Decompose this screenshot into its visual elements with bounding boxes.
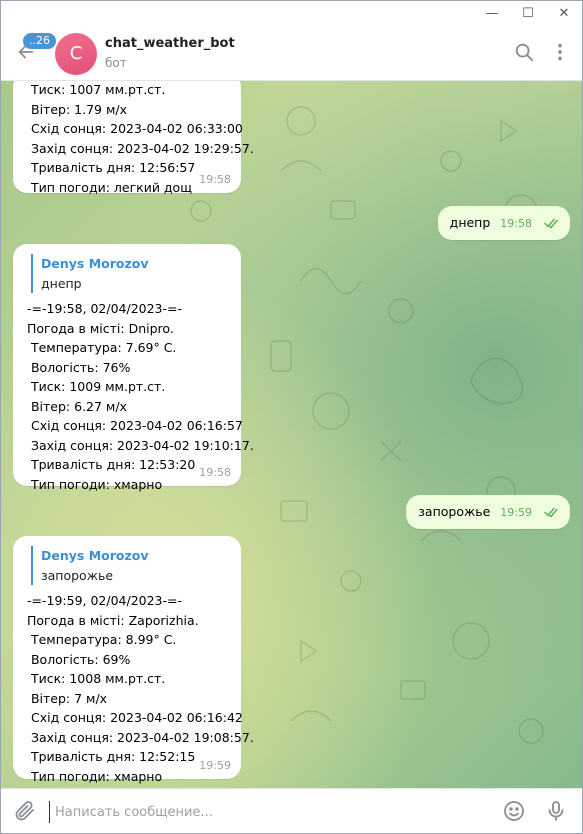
message-text: запорожье (418, 504, 491, 519)
double-check-icon (544, 206, 560, 254)
reply-author: Denys Morozov (41, 548, 149, 563)
reply-text: запорожье (41, 567, 114, 583)
message-input[interactable] (49, 801, 479, 823)
maximize-button[interactable]: ☐ (513, 5, 543, 23)
message-time: 19:58 (199, 465, 231, 479)
message-line: Захід сонця: 2023-04-02 19:08:57. (27, 729, 254, 745)
voice-button[interactable] (544, 799, 568, 823)
emoji-button[interactable] (502, 799, 526, 823)
message-line: Вологість: 76% (27, 359, 131, 375)
message-outgoing[interactable]: днепр 19:58 (437, 206, 570, 240)
message-text: днепр (449, 215, 491, 230)
chat-subtitle: бот (105, 56, 127, 70)
message-line: Тиск: 1007 мм.рт.ст. (31, 82, 166, 97)
message-line: Тривалість дня: 12:52:15 (27, 749, 196, 764)
double-check-icon (544, 495, 560, 543)
menu-button[interactable] (549, 41, 573, 65)
chat-title[interactable]: chat_weather_bot (105, 36, 235, 51)
reply-quote[interactable]: Denys Morozov днепр (31, 254, 227, 293)
message-line: Вітер: 7 м/х (27, 690, 108, 706)
message-line: Погода в місті: Dnipro. (27, 320, 174, 336)
message-line: Схід сонця: 2023-04-02 06:16:42 (27, 710, 243, 725)
message-line: Температура: 8.99° C. (27, 632, 177, 647)
message-line: Схід сонця: 2023-04-02 06:16:57 (27, 418, 243, 433)
message-line: Захід сонця: 2023-04-02 19:10:17. (27, 437, 254, 453)
message-line: -=-19:58, 02/04/2023-=- (27, 301, 183, 316)
search-button[interactable] (513, 41, 537, 65)
message-composer (1, 788, 582, 833)
message-line: Погода в місті: Zaporizhia. (27, 612, 199, 628)
message-line: Тиск: 1009 мм.рт.ст. (27, 379, 166, 394)
message-time: 19:58 (199, 172, 231, 186)
minimize-button[interactable]: — (477, 5, 507, 23)
message-line: -=-19:59, 02/04/2023-=- (27, 593, 183, 608)
chat-area[interactable]: Тиск: 1007 мм.рт.ст. Вітер: 1.79 м/х Схі… (1, 81, 582, 790)
message-outgoing[interactable]: запорожье 19:59 (406, 495, 570, 529)
avatar[interactable]: C (55, 33, 97, 75)
message-line: Температура: 7.69° C. (27, 340, 177, 355)
message-time: 19:59 (199, 758, 231, 772)
chat-header: ..26 C chat_weather_bot бот (1, 27, 582, 81)
reply-author: Denys Morozov (41, 256, 149, 271)
message-line: Схід сонця: 2023-04-02 06:33:00 (31, 121, 243, 136)
message-line: Тривалість дня: 12:53:20 (27, 457, 196, 472)
message-line: Тип погоди: легкий дощ (31, 179, 192, 195)
title-bar: — ☐ ✕ (1, 1, 582, 27)
message-line: Вітер: 1.79 м/х (31, 101, 127, 117)
search-icon (515, 43, 534, 62)
unread-badge: ..26 (23, 33, 56, 49)
message-line: Тиск: 1008 мм.рт.ст. (27, 671, 166, 686)
message-incoming[interactable]: Denys Morozov днепр -=-19:58, 02/04/2023… (13, 244, 254, 492)
reply-text: днепр (41, 275, 82, 291)
message-incoming[interactable]: Тиск: 1007 мм.рт.ст. Вітер: 1.79 м/х Схі… (13, 81, 254, 195)
message-line: Тип погоди: хмарно (27, 768, 163, 784)
message-line: Тип погоди: хмарно (27, 476, 163, 492)
attach-button[interactable] (13, 799, 37, 823)
message-time: 19:59 (500, 506, 532, 519)
close-button[interactable]: ✕ (549, 5, 579, 23)
reply-quote[interactable]: Denys Morozov запорожье (31, 546, 227, 585)
more-vertical-icon (558, 43, 562, 61)
message-line: Вологість: 69% (27, 651, 131, 667)
message-incoming[interactable]: Denys Morozov запорожье -=-19:59, 02/04/… (13, 536, 254, 784)
message-line: Вітер: 6.27 м/х (27, 398, 127, 414)
message-time: 19:58 (500, 217, 532, 230)
message-line: Тривалість дня: 12:56:57 (31, 160, 196, 175)
microphone-icon (548, 801, 564, 821)
telegram-window: — ☐ ✕ ..26 C chat_weather_bot бот Тиск: … (0, 0, 583, 834)
smile-icon (504, 801, 524, 821)
paperclip-icon (15, 801, 34, 821)
message-line: Захід сонця: 2023-04-02 19:29:57. (31, 140, 254, 156)
